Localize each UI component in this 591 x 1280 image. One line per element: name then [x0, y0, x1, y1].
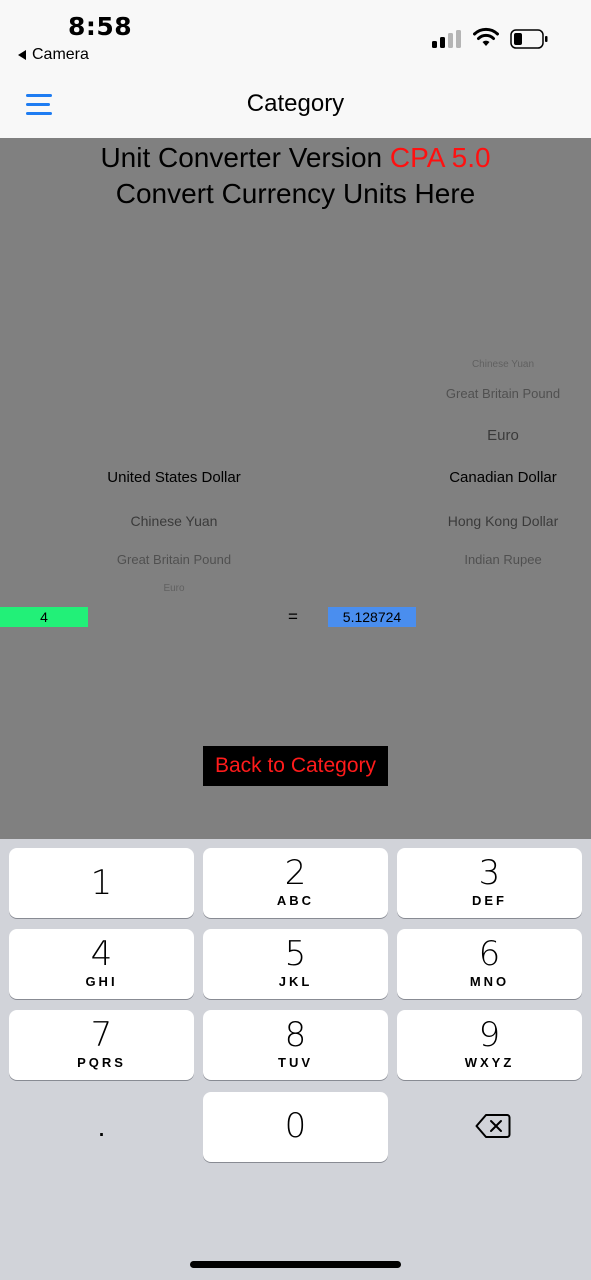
key-letters: GHI — [85, 974, 118, 989]
key-2[interactable]: 2 ABC — [203, 848, 388, 918]
key-5[interactable]: 5 JKL — [203, 929, 388, 999]
to-unit-selected[interactable]: Canadian Dollar — [414, 469, 591, 486]
back-app-label: Camera — [32, 46, 89, 63]
from-picker-item[interactable]: Great Britain Pound — [88, 552, 260, 567]
home-indicator[interactable] — [190, 1261, 401, 1268]
key-digit: 6 — [478, 934, 501, 974]
status-time: 8:58 — [68, 12, 133, 41]
key-letters: DEF — [472, 893, 507, 908]
key-letters: JKL — [278, 974, 313, 989]
version-label: CPA 5.0 — [389, 142, 491, 173]
result-value: 5.128724 — [328, 607, 416, 627]
backspace-key[interactable] — [397, 1092, 582, 1162]
from-picker-item[interactable]: Chinese Yuan — [88, 513, 260, 529]
heading-line-2: Convert Currency Units Here — [115, 178, 476, 209]
equals-sign: = — [288, 607, 298, 626]
key-digit: 3 — [478, 853, 501, 893]
from-unit-selected[interactable]: United States Dollar — [88, 469, 260, 486]
back-triangle-icon — [18, 50, 26, 60]
decimal-key[interactable]: . — [9, 1092, 194, 1162]
key-letters: PQRS — [77, 1055, 126, 1070]
key-digit: 9 — [478, 1015, 501, 1055]
cellular-signal-icon — [432, 30, 462, 48]
key-digit: 7 — [90, 1015, 113, 1055]
to-picker-item[interactable]: Great Britain Pound — [414, 386, 591, 401]
key-3[interactable]: 3 DEF — [397, 848, 582, 918]
key-digit: 5 — [284, 934, 307, 974]
backspace-icon — [475, 1114, 511, 1138]
key-digit: 2 — [284, 853, 307, 893]
page-heading: Unit Converter Version CPA 5.0 Convert C… — [0, 140, 591, 212]
from-picker-item[interactable]: Euro — [88, 583, 260, 594]
key-digit: 1 — [90, 863, 113, 903]
key-9[interactable]: 9 WXYZ — [397, 1010, 582, 1080]
navigation-bar: Category — [0, 78, 591, 138]
key-digit: 4 — [90, 934, 113, 974]
heading-line-1: Unit Converter Version CPA 5.0 — [0, 140, 591, 176]
key-letters: TUV — [278, 1055, 313, 1070]
heading-prefix: Unit Converter Version — [100, 142, 390, 173]
to-picker-item[interactable]: Hong Kong Dollar — [414, 513, 591, 529]
to-picker-item[interactable]: Chinese Yuan — [414, 359, 591, 370]
status-bar: 8:58 Camera — [0, 0, 591, 78]
to-picker-item[interactable]: Indian Rupee — [414, 552, 591, 567]
key-letters: WXYZ — [464, 1055, 515, 1070]
key-letters: MNO — [469, 974, 510, 989]
back-to-category-button[interactable]: Back to Category — [203, 746, 388, 786]
to-picker-item[interactable]: Euro — [414, 427, 591, 444]
amount-input[interactable] — [0, 607, 88, 627]
key-7[interactable]: 7 PQRS — [9, 1010, 194, 1080]
back-to-camera-link[interactable]: Camera — [18, 46, 89, 64]
key-0[interactable]: 0 — [203, 1092, 388, 1162]
key-6[interactable]: 6 MNO — [397, 929, 582, 999]
key-8[interactable]: 8 TUV — [203, 1010, 388, 1080]
key-letters: ABC — [276, 893, 315, 908]
key-1[interactable]: 1 — [9, 848, 194, 918]
nav-title: Category — [246, 90, 345, 117]
key-digit: 0 — [284, 1106, 307, 1146]
key-4[interactable]: 4 GHI — [9, 929, 194, 999]
converter-panel: Unit Converter Version CPA 5.0 Convert C… — [0, 138, 591, 839]
key-digit: 8 — [284, 1015, 307, 1055]
wifi-icon — [473, 27, 499, 46]
battery-icon — [510, 29, 548, 49]
